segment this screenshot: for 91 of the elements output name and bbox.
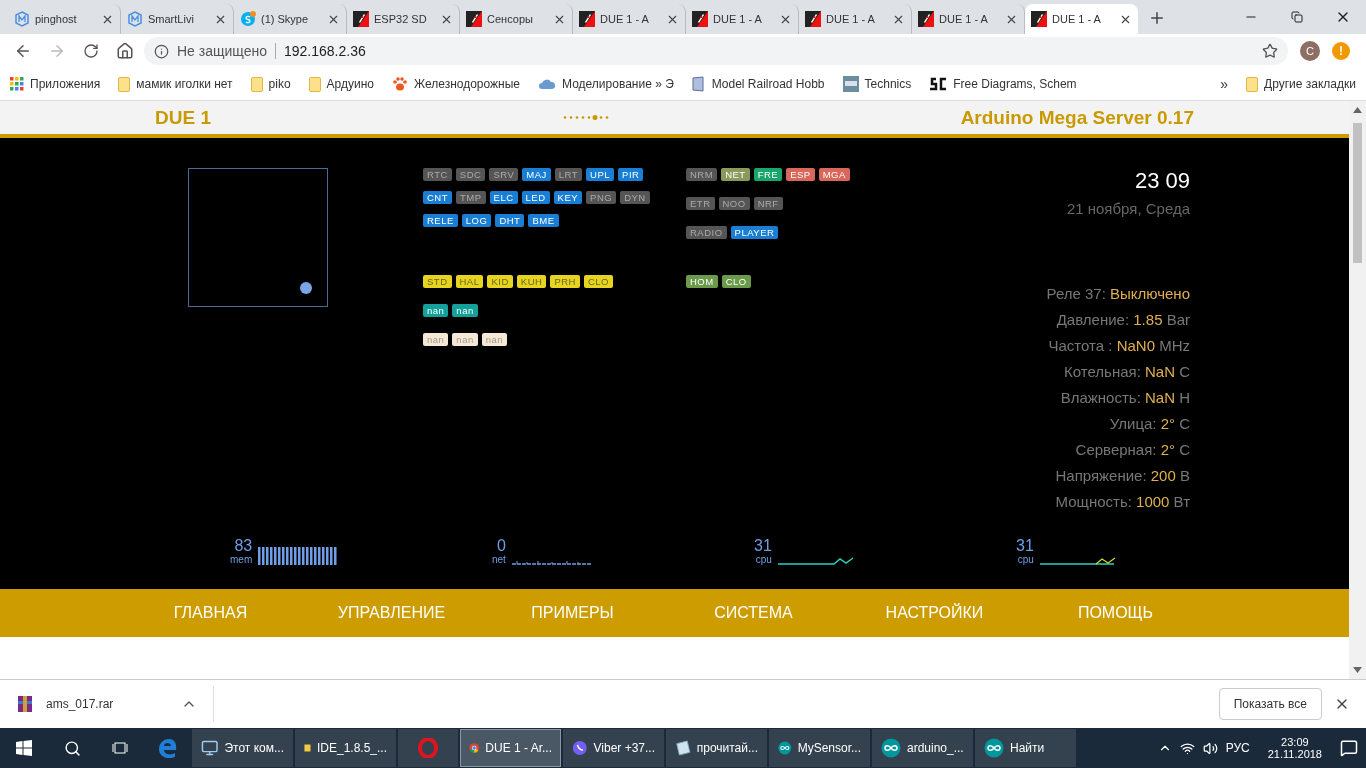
- status-badge: SRV: [489, 168, 519, 181]
- status-badge: STD: [423, 275, 452, 288]
- status-badge: ELC: [489, 191, 518, 204]
- bookmark-link[interactable]: Приложения: [30, 77, 101, 91]
- meter-value: 31: [1016, 538, 1034, 554]
- bookmark-link[interactable]: Ардуино: [326, 77, 375, 91]
- download-filename[interactable]: ams_017.rar: [46, 697, 114, 711]
- sensor-reading: Серверная: 2° C: [1075, 440, 1190, 460]
- taskbar-app[interactable]: arduino_...: [872, 729, 973, 767]
- meter-value: 31: [754, 538, 772, 554]
- taskbar-app[interactable]: прочитай...: [666, 729, 767, 767]
- more-bookmarks[interactable]: »: [1220, 76, 1229, 92]
- status-badge: DYN: [620, 191, 650, 204]
- taskbar-app[interactable]: DUE 1 - Ar...: [460, 729, 561, 767]
- bookmark-link[interactable]: Железнодорожные: [414, 77, 521, 91]
- tray-time[interactable]: 23:09: [1281, 736, 1309, 748]
- status-badge: CNT: [423, 191, 453, 204]
- meter-label: cpu: [1017, 554, 1034, 565]
- tray-date[interactable]: 21.11.2018: [1267, 748, 1322, 760]
- bookmark-link[interactable]: Моделирование » Э: [562, 77, 674, 91]
- status-badge: PRH: [550, 275, 580, 288]
- status-badge: SDC: [455, 168, 486, 181]
- browser-tab[interactable]: DUE 1 - A: [1025, 4, 1138, 34]
- meter-value: 83: [234, 538, 253, 554]
- sensor-reading: Частота : NaN0 MHz: [1048, 336, 1190, 356]
- show-all-button[interactable]: Показать все: [1218, 688, 1322, 720]
- status-badge: HAL: [455, 275, 484, 288]
- clock-text: 23 09: [1134, 168, 1190, 194]
- status-badge: RADIO: [686, 226, 727, 239]
- sensor-reading: Реле 37: Выключено: [1046, 284, 1190, 304]
- status-badge: FRE: [753, 168, 783, 181]
- status-badge: nan: [452, 304, 478, 317]
- sensor-reading: Котельная: NaN C: [1064, 362, 1190, 382]
- status-badge: MAJ: [522, 168, 551, 181]
- bookmark-link[interactable]: мамик иголки нет: [136, 77, 233, 91]
- status-badge: MGA: [818, 168, 850, 181]
- status-badge: RELE: [423, 214, 458, 227]
- taskbar-app[interactable]: IDE_1.8.5_...: [295, 729, 396, 767]
- bookmark-link[interactable]: Free Diagrams, Schem: [953, 77, 1077, 91]
- bookmark-link[interactable]: Model Railroad Hobb: [711, 77, 825, 91]
- status-badge: CLO: [721, 275, 751, 288]
- profile-avatar[interactable]: C: [1300, 41, 1320, 61]
- device-title: DUE 1: [155, 106, 211, 129]
- status-badge: NRF: [753, 197, 783, 210]
- status-badge: ETR: [686, 197, 715, 210]
- status-badge: NOO: [718, 197, 750, 210]
- status-badge: PLAYER: [730, 226, 779, 239]
- status-badge: nan: [452, 333, 478, 346]
- sensor-reading: Давление: 1.85 Bar: [1056, 310, 1190, 330]
- status-badge: nan: [481, 333, 508, 346]
- status-badge: UPL: [586, 168, 615, 181]
- app-title: Arduino Mega Server 0.17: [960, 106, 1194, 129]
- taskbar-app[interactable]: Этот ком...: [192, 729, 293, 767]
- date-text: 21 ноября, Среда: [1066, 200, 1190, 217]
- status-badge: nan: [423, 333, 449, 346]
- url-text: 192.168.2.36: [284, 43, 366, 59]
- status-badge: HOM: [686, 275, 718, 288]
- bookmark-link[interactable]: piko: [268, 77, 291, 91]
- sensor-reading: Мощность: 1000 Вт: [1055, 492, 1190, 512]
- meter-label: cpu: [755, 554, 772, 565]
- taskbar-app[interactable]: Viber +37...: [563, 729, 664, 767]
- bookmark-link[interactable]: Другие закладки: [1264, 77, 1356, 91]
- status-badge: LRT: [554, 168, 583, 181]
- meter-label: mem: [230, 554, 253, 565]
- status-badge: LED: [521, 191, 550, 204]
- status-badge: NET: [721, 168, 750, 181]
- status-badge: nan: [423, 304, 449, 317]
- taskbar-app[interactable]: MySensor...: [769, 729, 870, 767]
- status-badge: KID: [487, 275, 513, 288]
- status-badge: NRM: [686, 168, 718, 181]
- taskbar-app[interactable]: Найти: [975, 729, 1076, 767]
- status-badge: BME: [528, 214, 559, 227]
- status-badge: TMP: [456, 191, 486, 204]
- status-badge: ESP: [786, 168, 815, 181]
- address-field[interactable]: Не защищено 192.168.2.36: [144, 37, 1288, 65]
- language-indicator[interactable]: РУС: [1225, 741, 1250, 755]
- status-badge: PIR: [618, 168, 644, 181]
- sensor-reading: Улица: 2° C: [1109, 414, 1190, 434]
- status-badge: RTC: [423, 168, 452, 181]
- status-badge: CLO: [583, 275, 613, 288]
- status-badge: DHT: [495, 214, 525, 227]
- bookmark-link[interactable]: Technics: [864, 77, 912, 91]
- meter-value: 0: [497, 538, 506, 554]
- status-badge: PNG: [586, 191, 617, 204]
- meter-label: net: [492, 554, 506, 565]
- sensor-reading: Влажность: NaN H: [1060, 388, 1190, 408]
- status-badge: KUH: [516, 275, 547, 288]
- sensor-reading: Напряжение: 200 В: [1055, 466, 1190, 486]
- security-label: Не защищено: [177, 43, 276, 59]
- status-badge: KEY: [553, 191, 583, 204]
- status-badge: LOG: [461, 214, 492, 227]
